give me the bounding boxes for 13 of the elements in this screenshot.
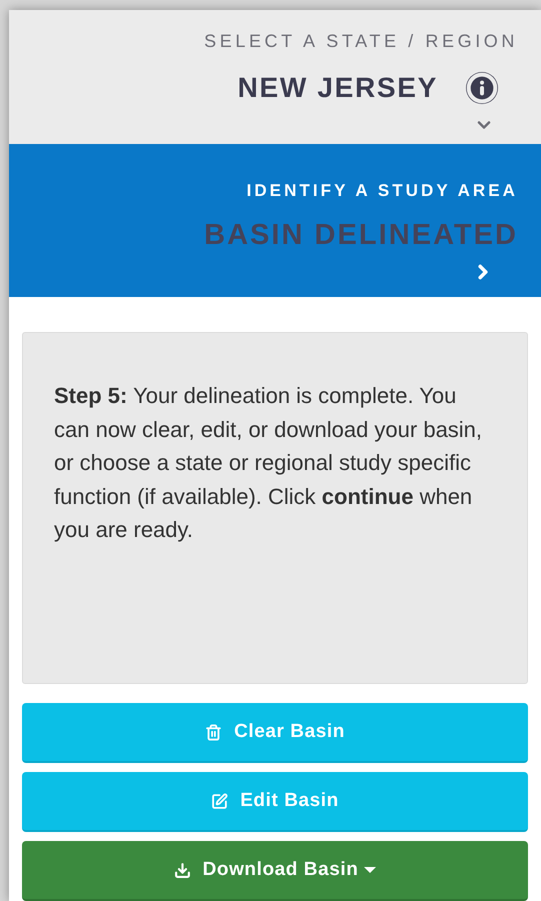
instructions-text: Step 5: Your delineation is complete. You can now clear, edit, or download your basin, or choose a state or regional study specific function (if available). Click continue when you are ready.: [54, 382, 484, 544]
edit-icon: [211, 792, 228, 810]
caret-icon: [364, 867, 376, 873]
action-button[interactable]: Edit Basin: [22, 772, 528, 832]
info-icon[interactable]: [466, 72, 498, 104]
download-icon: [174, 862, 191, 878]
action-button[interactable]: Download Basin: [22, 841, 528, 901]
trash-icon: [205, 724, 222, 740]
section-label: SELECT A STATE / REGION: [204, 30, 518, 53]
step-label: IDENTIFY A STUDY AREA: [246, 180, 518, 202]
state-name[interactable]: NEW JERSEY: [238, 67, 438, 109]
step-status: BASIN DELINEATED: [204, 218, 518, 253]
action-button[interactable]: Clear Basin: [22, 703, 528, 763]
